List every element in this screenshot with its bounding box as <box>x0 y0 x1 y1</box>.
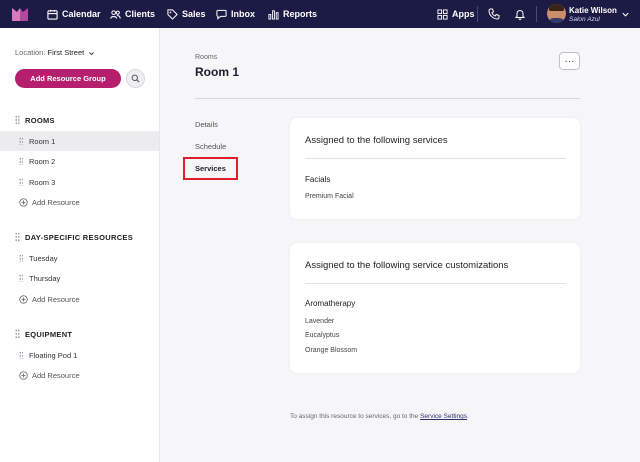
card-divider <box>305 158 566 159</box>
nav-sales[interactable]: Sales <box>167 0 206 28</box>
footer-end: . <box>467 413 469 420</box>
section-day-specific[interactable]: DAY-SPECIFIC RESOURCES <box>15 231 133 243</box>
resource-item-label: Room 2 <box>29 156 56 166</box>
nav-clients-label: Clients <box>125 9 156 19</box>
tab-services[interactable]: Services <box>183 157 238 180</box>
resource-item-room-3[interactable]: Room 3 <box>0 172 159 192</box>
chevron-down-icon[interactable] <box>621 10 630 19</box>
resource-item-label: Room 1 <box>29 136 56 146</box>
drag-handle-icon[interactable] <box>19 137 23 145</box>
user-avatar[interactable] <box>547 4 566 23</box>
resource-item-label: Thursday <box>29 273 61 283</box>
chat-icon <box>216 9 227 20</box>
page-title: Room 1 <box>195 65 240 79</box>
service-item: Premium Facial <box>305 193 354 200</box>
assigned-services-card: Assigned to the following services Facia… <box>290 118 580 219</box>
avatar-shirt <box>548 18 565 23</box>
nav-divider-2 <box>536 6 537 22</box>
nav-clients[interactable]: Clients <box>110 0 155 28</box>
resource-item-room-2[interactable]: Room 2 <box>0 151 159 171</box>
customization-category: Aromatherapy <box>305 299 356 308</box>
drag-handle-icon[interactable] <box>15 232 20 242</box>
add-resource-rooms[interactable]: Add Resource <box>19 195 80 209</box>
nav-apps[interactable]: Apps <box>437 0 475 28</box>
service-settings-link[interactable]: Service Settings <box>420 413 467 420</box>
nav-inbox-label: Inbox <box>231 9 255 19</box>
add-resource-day-specific[interactable]: Add Resource <box>19 292 80 306</box>
section-equipment[interactable]: EQUIPMENT <box>15 328 72 340</box>
drag-handle-icon[interactable] <box>19 254 23 262</box>
bell-icon[interactable] <box>514 8 526 20</box>
drag-handle-icon[interactable] <box>15 115 20 125</box>
tag-icon <box>167 8 178 20</box>
search-button[interactable] <box>126 69 145 88</box>
add-resource-label: Add Resource <box>32 294 80 304</box>
section-rooms-title: ROOMS <box>25 115 55 125</box>
user-name[interactable]: Katie Wilson <box>569 6 617 15</box>
section-equipment-title: EQUIPMENT <box>25 329 73 339</box>
tab-schedule[interactable]: Schedule <box>195 142 226 151</box>
avatar-hair <box>549 4 564 11</box>
plus-circle-icon <box>19 197 28 207</box>
add-resource-label: Add Resource <box>32 197 80 207</box>
bar-chart-icon <box>268 9 279 20</box>
clients-icon <box>110 9 121 19</box>
card-divider <box>305 283 566 284</box>
nav-reports[interactable]: Reports <box>268 0 317 28</box>
footer-text: To assign this resource to services, go … <box>290 413 419 420</box>
add-resource-group-button[interactable]: Add Resource Group <box>15 69 121 88</box>
plus-circle-icon <box>19 294 28 304</box>
resource-item-thursday[interactable]: Thursday <box>0 268 159 288</box>
add-resource-equipment[interactable]: Add Resource <box>19 368 80 382</box>
nav-calendar-label: Calendar <box>62 9 101 19</box>
customization-item: Eucalyptus <box>305 332 340 339</box>
resource-item-room-1[interactable]: Room 1 <box>0 131 159 151</box>
nav-divider <box>477 6 478 22</box>
search-icon <box>131 74 140 83</box>
user-salon: Salon Azul <box>569 16 600 23</box>
nav-sales-label: Sales <box>182 9 206 19</box>
header-divider <box>195 98 580 99</box>
footer-note: To assign this resource to services, go … <box>290 413 469 420</box>
calendar-icon <box>47 9 58 20</box>
resource-item-floating-pod-1[interactable]: Floating Pod 1 <box>0 345 159 365</box>
nav-inbox[interactable]: Inbox <box>216 0 255 28</box>
drag-handle-icon[interactable] <box>19 351 23 359</box>
service-category: Facials <box>305 175 331 184</box>
card-title: Assigned to the following services <box>305 135 448 146</box>
top-navigation-bar: Calendar Clients Sales Inbox Reports App… <box>0 0 640 28</box>
location-selector[interactable]: Location: First Street <box>15 48 95 57</box>
tab-details[interactable]: Details <box>195 120 218 129</box>
customization-item: Orange Blossom <box>305 347 358 354</box>
drag-handle-icon[interactable] <box>19 178 23 186</box>
resource-item-label: Tuesday <box>29 253 58 263</box>
customization-item: Lavender <box>305 318 335 325</box>
section-rooms[interactable]: ROOMS <box>15 114 55 126</box>
more-options-button[interactable]: ··· <box>559 52 580 70</box>
resources-sidebar: Location: First Street Add Resource Grou… <box>0 28 160 462</box>
chevron-down-icon <box>89 51 95 55</box>
nav-calendar[interactable]: Calendar <box>47 0 101 28</box>
section-day-specific-title: DAY-SPECIFIC RESOURCES <box>25 232 134 242</box>
phone-icon[interactable] <box>488 8 500 20</box>
drag-handle-icon[interactable] <box>15 329 20 339</box>
nav-apps-label: Apps <box>452 9 475 19</box>
resource-item-tuesday[interactable]: Tuesday <box>0 248 159 268</box>
add-resource-label: Add Resource <box>32 370 80 380</box>
location-label: Location: <box>15 48 46 57</box>
apps-grid-icon <box>437 8 448 20</box>
resource-item-label: Floating Pod 1 <box>29 350 78 360</box>
location-value: First Street <box>47 48 85 57</box>
drag-handle-icon[interactable] <box>19 157 23 165</box>
plus-circle-icon <box>19 370 28 380</box>
nav-reports-label: Reports <box>283 9 318 19</box>
card-title: Assigned to the following service custom… <box>305 260 509 271</box>
assigned-customizations-card: Assigned to the following service custom… <box>290 243 580 373</box>
mindbody-logo-icon[interactable] <box>12 7 28 21</box>
resource-item-label: Room 3 <box>29 177 56 187</box>
drag-handle-icon[interactable] <box>19 274 23 282</box>
breadcrumb[interactable]: Rooms <box>195 54 217 61</box>
